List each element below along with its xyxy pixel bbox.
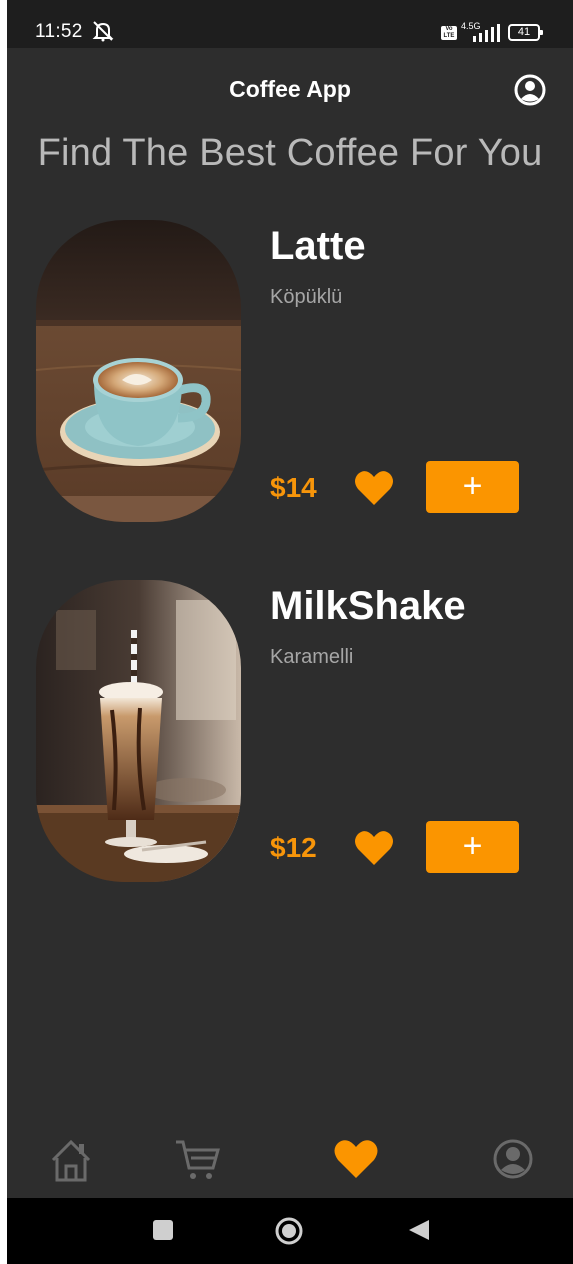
- heart-icon[interactable]: [332, 1136, 380, 1182]
- page-heading: Find The Best Coffee For You: [37, 132, 543, 174]
- product-card-latte[interactable]: Latte Köpüklü $14 +: [7, 220, 573, 530]
- profile-icon[interactable]: [489, 1136, 537, 1182]
- latte-cup-photo: [36, 220, 241, 522]
- bottom-navigation: [7, 1126, 573, 1198]
- add-to-cart-button[interactable]: +: [426, 821, 519, 873]
- heart-icon[interactable]: [354, 829, 394, 867]
- status-bar: 11:52 Vo LTE 4.5G 41: [7, 0, 573, 48]
- cart-icon[interactable]: [173, 1136, 221, 1182]
- product-price: $14: [270, 472, 317, 503]
- product-subtitle: Köpüklü: [270, 286, 343, 308]
- product-card-milkshake[interactable]: MilkShake Karamelli $12 +: [7, 580, 573, 890]
- product-name: Latte: [270, 224, 366, 268]
- product-name: MilkShake: [270, 584, 466, 628]
- back-button-icon[interactable]: [407, 1218, 431, 1242]
- home-icon[interactable]: [47, 1136, 95, 1182]
- add-to-cart-button[interactable]: +: [426, 461, 519, 513]
- volte-icon: Vo LTE: [441, 26, 457, 40]
- product-price: $12: [270, 832, 317, 863]
- product-subtitle: Karamelli: [270, 646, 354, 668]
- milkshake-glass-photo: [36, 580, 241, 882]
- mute-icon: [92, 21, 114, 42]
- profile-icon[interactable]: [513, 73, 547, 107]
- recents-button-icon[interactable]: [151, 1218, 175, 1242]
- heart-icon[interactable]: [354, 469, 394, 507]
- system-navigation-bar: [7, 1198, 573, 1264]
- app-title: Coffee App: [229, 76, 351, 102]
- app-screen: 11:52 Vo LTE 4.5G 41 Coffee App Find The…: [7, 0, 573, 1264]
- battery-icon: 41: [508, 24, 543, 41]
- status-time: 11:52: [35, 21, 83, 42]
- signal-icon: [473, 24, 500, 42]
- home-button-icon[interactable]: [274, 1216, 304, 1246]
